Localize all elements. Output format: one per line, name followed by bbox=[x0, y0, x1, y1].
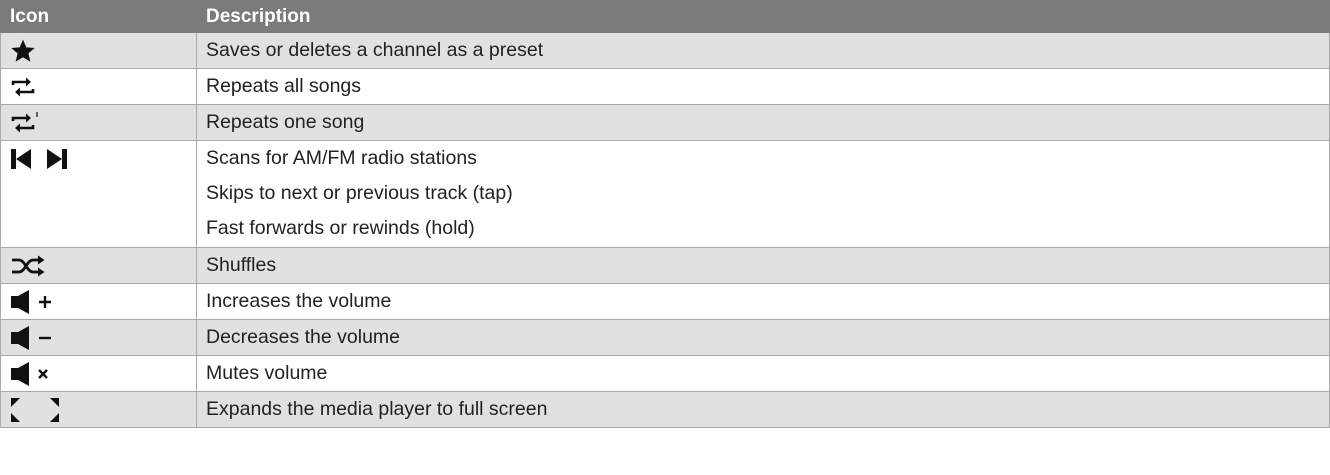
description-text: Repeats one song bbox=[206, 111, 365, 133]
description-text: Shuffles bbox=[206, 254, 277, 276]
table-row: Shuffles bbox=[0, 247, 1330, 284]
shuffle-icon bbox=[10, 253, 48, 279]
description-text: Expands the media player to full screen bbox=[206, 398, 548, 420]
icon-cell bbox=[0, 140, 197, 248]
icon-cell bbox=[0, 283, 197, 320]
icon-cell bbox=[0, 319, 197, 356]
table-row: Decreases the volume bbox=[0, 319, 1330, 356]
description-cell: Scans for AM/FM radio stations Skips to … bbox=[196, 140, 1330, 248]
description-cell: Repeats all songs bbox=[196, 68, 1330, 105]
table-row: Repeats all songs bbox=[0, 68, 1330, 105]
volume-up-icon bbox=[10, 289, 60, 315]
table-row: Repeats one song bbox=[0, 104, 1330, 141]
description-text: Scans for AM/FM radio stations bbox=[206, 147, 477, 169]
volume-down-icon bbox=[10, 325, 60, 351]
header-icon: Icon bbox=[0, 0, 197, 33]
description-cell: Expands the media player to full screen bbox=[196, 391, 1330, 428]
table-row: Expands the media player to full screen bbox=[0, 391, 1330, 428]
repeat-all-icon bbox=[10, 74, 36, 100]
header-row: Icon Description bbox=[0, 0, 1330, 33]
description-text: Skips to next or previous track (tap) bbox=[206, 182, 513, 204]
description-cell: Saves or deletes a channel as a preset bbox=[196, 32, 1330, 69]
table-row: Mutes volume bbox=[0, 355, 1330, 392]
skip-prev-next-icon bbox=[10, 146, 70, 172]
table-row: Increases the volume bbox=[0, 283, 1330, 320]
description-cell: Repeats one song bbox=[196, 104, 1330, 141]
icon-table: Icon Description Saves or deletes a chan… bbox=[0, 0, 1330, 428]
description-cell: Increases the volume bbox=[196, 283, 1330, 320]
description-cell: Mutes volume bbox=[196, 355, 1330, 392]
table-row: Scans for AM/FM radio stations Skips to … bbox=[0, 140, 1330, 248]
icon-cell bbox=[0, 355, 197, 392]
mute-icon bbox=[10, 361, 60, 387]
icon-cell bbox=[0, 247, 197, 284]
star-icon bbox=[10, 38, 36, 64]
description-text: Increases the volume bbox=[206, 290, 392, 312]
icon-cell bbox=[0, 104, 197, 141]
table-row: Saves or deletes a channel as a preset bbox=[0, 32, 1330, 69]
repeat-one-icon bbox=[10, 110, 40, 136]
description-text: Saves or deletes a channel as a preset bbox=[206, 39, 544, 61]
header-description: Description bbox=[196, 0, 1330, 33]
description-text: Repeats all songs bbox=[206, 75, 362, 97]
icon-cell bbox=[0, 391, 197, 428]
description-text: Decreases the volume bbox=[206, 326, 401, 348]
icon-cell bbox=[0, 32, 197, 69]
description-text: Fast forwards or rewinds (hold) bbox=[206, 217, 475, 239]
fullscreen-icon bbox=[10, 397, 60, 423]
icon-cell bbox=[0, 68, 197, 105]
description-text: Mutes volume bbox=[206, 362, 328, 384]
description-cell: Decreases the volume bbox=[196, 319, 1330, 356]
description-cell: Shuffles bbox=[196, 247, 1330, 284]
